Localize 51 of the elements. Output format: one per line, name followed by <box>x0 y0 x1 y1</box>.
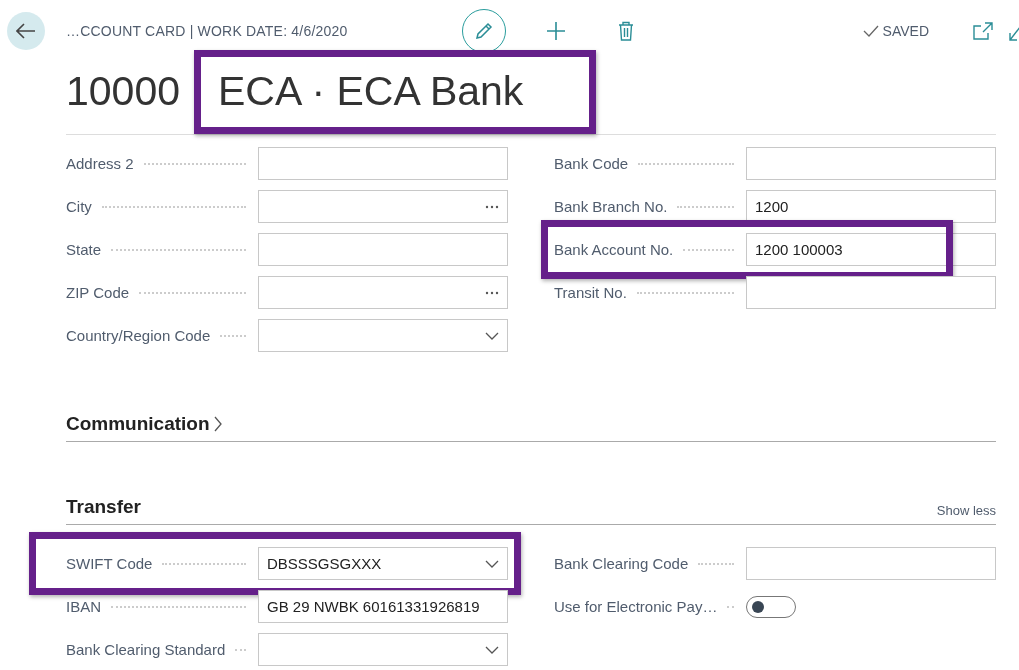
input-field[interactable]: 1200 <box>746 190 996 223</box>
field-label: Bank Code <box>554 155 629 172</box>
more-options-icon <box>485 204 499 209</box>
back-arrow-icon <box>16 23 36 39</box>
saved-status: SAVED <box>882 23 929 39</box>
section-header[interactable]: Communication <box>66 413 222 435</box>
field-label: State <box>66 241 102 258</box>
field-label: Use for Electronic Pay… <box>554 598 718 615</box>
dropdown-field[interactable] <box>258 319 508 352</box>
field-label: Country/Region Code <box>66 327 211 344</box>
field-label: Bank Branch No. <box>554 198 668 215</box>
input-field[interactable] <box>746 276 996 309</box>
record-name: ECA · ECA Bank <box>218 67 524 114</box>
new-button[interactable] <box>546 21 566 41</box>
chevron-down-icon <box>485 559 499 568</box>
field-label: Bank Clearing Code <box>554 555 689 572</box>
record-number: 10000 <box>66 67 180 115</box>
back-button[interactable] <box>7 12 45 50</box>
chevron-down-icon <box>485 645 499 654</box>
breadcrumb: …CCOUNT CARD | WORK DATE: 4/6/2020 <box>66 23 349 39</box>
input-field[interactable] <box>746 547 996 580</box>
pop-out-icon <box>973 22 993 40</box>
input-field[interactable] <box>258 233 508 266</box>
section-header[interactable]: Transfer <box>66 496 141 518</box>
open-in-new-window-button[interactable] <box>973 22 993 40</box>
chevron-down-icon <box>485 331 499 340</box>
field-label: Transit No. <box>554 284 627 301</box>
input-field[interactable] <box>258 276 508 309</box>
delete-button[interactable] <box>618 21 634 41</box>
dropdown-field[interactable] <box>258 633 508 666</box>
chevron-right-icon <box>213 416 222 432</box>
trash-icon <box>618 21 634 41</box>
pencil-icon <box>474 21 494 41</box>
input-field[interactable] <box>258 147 508 180</box>
field-label: ZIP Code <box>66 284 130 301</box>
input-field[interactable] <box>746 147 996 180</box>
check-icon <box>862 25 879 37</box>
field-label: City <box>66 198 92 215</box>
input-field[interactable] <box>258 190 508 223</box>
field-label: Bank Clearing Standard <box>66 641 226 658</box>
dropdown-field[interactable]: DBSSSGSGXXX <box>258 547 508 580</box>
field-label: IBAN <box>66 598 101 615</box>
input-field[interactable]: GB 29 NWBK 60161331926819 <box>258 590 508 623</box>
show-less-link[interactable]: Show less <box>936 503 996 518</box>
field-label: Bank Account No. <box>554 241 674 258</box>
toggle-switch[interactable] <box>746 595 796 618</box>
field-label: SWIFT Code <box>66 555 153 572</box>
plus-icon <box>546 21 566 41</box>
input-field[interactable]: 1200 100003 <box>746 233 996 266</box>
field-label: Address 2 <box>66 155 134 172</box>
more-options-icon <box>485 290 499 295</box>
